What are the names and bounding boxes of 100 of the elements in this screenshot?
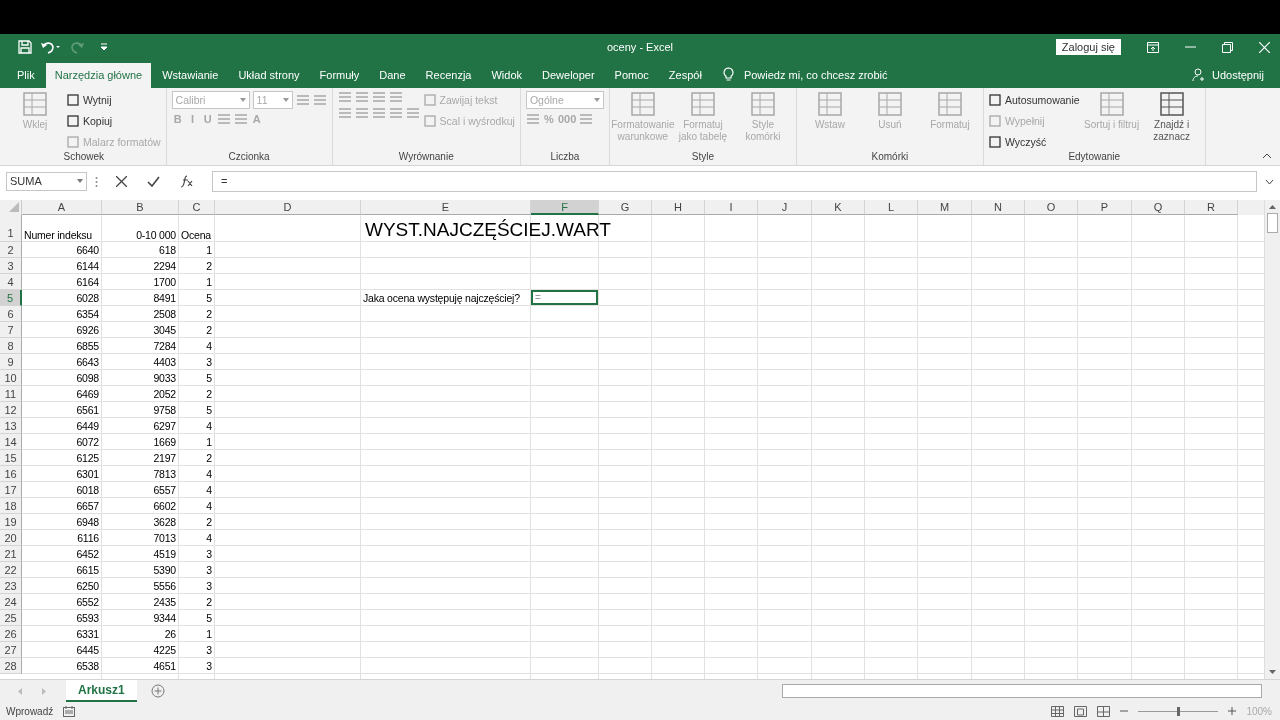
ribbon-tab[interactable]: Pomoc [605, 63, 658, 88]
row-header[interactable]: 26 [0, 626, 22, 642]
normal-view-icon[interactable] [1051, 705, 1065, 717]
column-header[interactable]: R [1185, 200, 1238, 215]
row-header[interactable]: 25 [0, 610, 22, 626]
column-header[interactable]: O [1025, 200, 1078, 215]
scroll-up-icon[interactable] [1269, 205, 1276, 209]
ribbon-tab[interactable]: Plik [8, 63, 44, 88]
sign-in-button[interactable]: Zaloguj się [1055, 39, 1121, 55]
save-icon[interactable] [18, 40, 32, 54]
row-header[interactable]: 13 [0, 418, 22, 434]
scroll-thumb[interactable] [1267, 213, 1278, 233]
column-header[interactable]: B [102, 200, 179, 215]
ribbon-button[interactable]: Kopiuj [67, 112, 113, 129]
scroll-down-icon[interactable] [1269, 670, 1276, 674]
restore-icon[interactable] [1222, 41, 1233, 53]
collapse-icon[interactable] [1262, 153, 1272, 159]
column-header[interactable]: F [531, 200, 599, 215]
zoom-slider-thumb[interactable] [1177, 706, 1181, 716]
row-header[interactable]: 22 [0, 562, 22, 578]
caret-icon [239, 98, 246, 102]
page-break-icon[interactable] [1097, 705, 1111, 717]
customize-icon[interactable] [100, 42, 108, 52]
ribbon-button[interactable]: Znajdź i zaznacz [1143, 91, 1200, 143]
column-header[interactable]: I [705, 200, 758, 215]
column-header[interactable]: Q [1132, 200, 1185, 215]
row-header[interactable]: 27 [0, 642, 22, 658]
close-icon[interactable] [1259, 41, 1270, 53]
row-header[interactable]: 18 [0, 498, 22, 514]
check-icon[interactable] [147, 176, 160, 187]
row-header[interactable]: 6 [0, 306, 22, 322]
row-header[interactable]: 9 [0, 354, 22, 370]
caret-icon [77, 179, 83, 183]
ribbon-tab[interactable]: Recenzja [416, 63, 481, 88]
row-header[interactable]: 28 [0, 658, 22, 674]
cancel-icon[interactable] [116, 176, 127, 187]
column-header[interactable]: A [22, 200, 102, 215]
row-header[interactable]: 24 [0, 594, 22, 610]
row-header[interactable]: 23 [0, 578, 22, 594]
row-header[interactable]: 14 [0, 434, 22, 450]
ribbon-button[interactable]: Wytnij [67, 91, 112, 108]
column-header[interactable]: N [972, 200, 1025, 215]
row-header[interactable]: 3 [0, 258, 22, 274]
ribbon-button[interactable]: Autosumowanie [988, 91, 1080, 108]
macro-icon[interactable] [63, 705, 76, 717]
zoom-in-icon[interactable] [1228, 707, 1237, 715]
ribbon-tab[interactable]: Zespół [659, 63, 711, 88]
table-cell-text: 6593 [76, 611, 100, 625]
row-header[interactable]: 16 [0, 466, 22, 482]
undo-icon[interactable] [40, 40, 62, 54]
row-header[interactable]: 2 [0, 242, 22, 258]
row-header[interactable]: 21 [0, 546, 22, 562]
function-icon[interactable] [180, 175, 194, 188]
row-header[interactable]: 7 [0, 322, 22, 338]
column-header[interactable]: C [179, 200, 215, 215]
ribbon-tab[interactable]: Narzędzia główne [45, 63, 152, 88]
ribbon-tab[interactable]: Deweloper [533, 63, 604, 88]
column-header[interactable]: K [812, 200, 865, 215]
row-header[interactable]: 8 [0, 338, 22, 354]
share-button[interactable]: Udostępnij [1208, 63, 1280, 88]
row-header[interactable]: 20 [0, 530, 22, 546]
ribbon-tab[interactable]: Wstawianie [153, 63, 228, 88]
table-cell-text: 6250 [76, 579, 100, 593]
column-header[interactable]: G [599, 200, 652, 215]
row-header[interactable]: 10 [0, 370, 22, 386]
column-header[interactable]: E [361, 200, 531, 215]
vertical-scrollbar[interactable] [1264, 200, 1280, 679]
row-header[interactable]: 12 [0, 402, 22, 418]
row-header[interactable]: 17 [0, 482, 22, 498]
ribbon-button[interactable]: Wyczyść [988, 133, 1047, 150]
column-header[interactable]: D [215, 200, 361, 215]
formula-input[interactable]: = [212, 171, 1257, 192]
ribbon-tab[interactable]: Formuły [310, 63, 369, 88]
column-header[interactable]: M [918, 200, 972, 215]
table-cell-text: 6657 [76, 499, 100, 513]
horizontal-scrollbar[interactable] [782, 684, 1262, 698]
row-header[interactable]: 15 [0, 450, 22, 466]
tell-me-field[interactable]: Powiedz mi, co chcesz zrobić [743, 63, 888, 88]
column-header[interactable]: L [865, 200, 918, 215]
ribbon-tab[interactable]: Widok [482, 63, 531, 88]
expand-icon[interactable] [1265, 178, 1274, 185]
row-header[interactable]: 4 [0, 274, 22, 290]
column-header[interactable]: J [758, 200, 812, 215]
add-sheet-icon[interactable] [150, 684, 165, 698]
select-all-icon[interactable] [9, 202, 19, 212]
page-layout-icon[interactable] [1074, 705, 1088, 717]
square-icon [67, 114, 79, 127]
next-sheet-icon[interactable] [42, 687, 46, 695]
ribbon-display-icon[interactable] [1147, 41, 1159, 53]
ribbon-tab[interactable]: Dane [370, 63, 415, 88]
row-header[interactable]: 1 [0, 215, 22, 242]
column-header[interactable]: H [652, 200, 705, 215]
column-header[interactable]: P [1078, 200, 1132, 215]
row-header[interactable]: 5 [0, 290, 22, 306]
name-box[interactable]: SUMA [6, 172, 87, 191]
ribbon-tab[interactable]: Układ strony [229, 63, 309, 88]
row-header[interactable]: 19 [0, 514, 22, 530]
row-header[interactable]: 11 [0, 386, 22, 402]
sheet-tab[interactable]: Arkusz1 [66, 680, 137, 702]
previous-sheet-icon[interactable] [18, 687, 22, 695]
